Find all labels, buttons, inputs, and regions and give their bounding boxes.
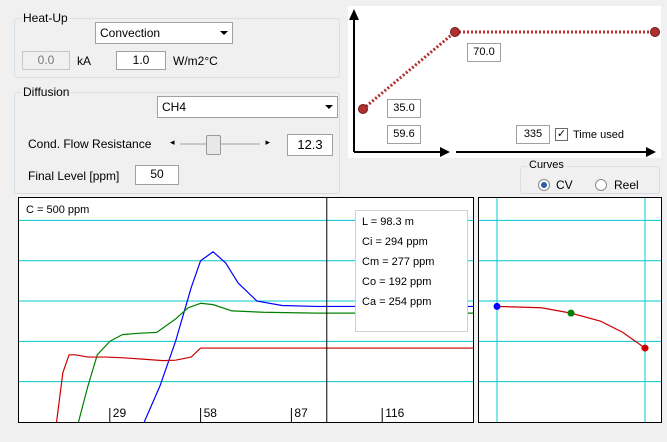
tooltip-ca: Ca = 254 ppm [362,296,432,308]
profile-curve [362,30,655,111]
flow-resistance-value[interactable]: 12.3 [287,134,333,156]
profile-total-time[interactable]: 335 [516,125,550,144]
cursor-tooltip: L = 98.3 m Ci = 294 ppm Cm = 277 ppm Co … [355,210,468,332]
heatup-mode-value: Convection [100,26,161,40]
h-unit-label: W/m2°C [173,54,218,68]
profile-point-start [358,104,368,114]
x-tick-label: 29 [113,406,127,420]
profile-ramp-time[interactable]: 59.6 [387,125,421,144]
series-marker [493,302,501,310]
tooltip-cm: Cm = 277 ppm [362,256,435,268]
x-axis-arrow-icon [440,147,450,157]
ka-field: 0.0 [22,51,70,70]
heatup-title: Heat-Up [21,11,70,25]
series-marker [567,309,575,317]
slider-right-arrow-icon[interactable]: ▸ [265,137,270,148]
final-level-field[interactable]: 50 [135,165,179,185]
tooltip-co: Co = 192 ppm [362,276,432,288]
heatup-mode-select[interactable]: Convection [95,22,233,44]
profile-side-chart [479,198,661,422]
tooltip-length: L = 98.3 m [362,216,414,228]
slider-thumb[interactable] [206,135,221,155]
chart-header: C = 500 ppm [26,204,90,216]
curves-reel-label[interactable]: Reel [614,178,639,192]
profile-point-end [650,27,660,37]
x-tick-label: 87 [294,406,308,420]
x-tick-label: 116 [385,406,404,420]
diffusion-title: Diffusion [21,85,72,99]
profile-end-value[interactable]: 70.0 [467,43,501,62]
h-coefficient-field[interactable]: 1.0 [116,51,166,70]
curves-cv-label[interactable]: CV [556,178,573,192]
chevron-down-icon [220,31,228,35]
time-used-checkbox[interactable]: ✓ [555,128,568,141]
profile-point-ramp [450,27,460,37]
gas-value: CH4 [162,100,187,114]
chevron-down-icon [325,105,333,109]
flow-resistance-label: Cond. Flow Resistance [28,137,152,151]
x-tick-label: 58 [204,406,218,420]
flow-resistance-slider[interactable]: ◂ ▸ [166,133,274,155]
x-axis-arrow-right-icon [646,147,656,157]
slider-left-arrow-icon[interactable]: ◂ [170,137,175,148]
curves-title: Curves [527,159,566,171]
series-marker [641,344,649,352]
gas-select[interactable]: CH4 [157,96,338,118]
time-used-label: Time used [573,129,624,141]
y-axis-arrow-icon [349,9,359,20]
curves-reel-radio[interactable] [595,179,607,191]
profile-start-value[interactable]: 35.0 [387,99,421,118]
tooltip-ci: Ci = 294 ppm [362,236,428,248]
final-level-label: Final Level [ppm] [28,169,120,183]
ka-unit-label: kA [77,54,92,68]
curves-cv-radio[interactable] [538,179,550,191]
